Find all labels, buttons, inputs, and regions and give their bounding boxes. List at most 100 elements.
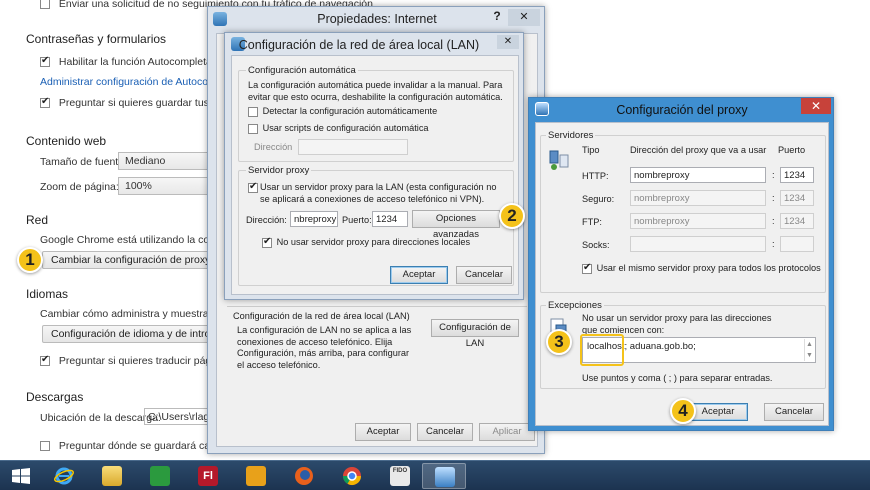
network-section-title: Red (26, 213, 49, 227)
socks-port-input[interactable] (780, 236, 814, 252)
auto-script-checkbox[interactable] (248, 123, 258, 134)
exceptions-hint: Use puntos y coma ( ; ) para separar ent… (582, 373, 773, 383)
control-panel-icon (435, 467, 455, 487)
internet-cancel-button[interactable]: Cancelar (417, 423, 473, 441)
secure-type-label: Seguro: (582, 194, 615, 204)
internet-explorer-icon (54, 467, 74, 485)
proxy-server-group-label: Servidor proxy (246, 165, 312, 176)
exceptions-highlight-box (580, 334, 624, 366)
save-passwords-checkbox[interactable] (40, 96, 50, 109)
proxy-close-button[interactable]: ✕ (801, 98, 831, 114)
http-port-input[interactable]: 1234 (780, 167, 814, 183)
lan-section-divider (227, 306, 527, 307)
lan-accept-button[interactable]: Aceptar (390, 266, 448, 284)
control-panel-button[interactable] (422, 463, 466, 489)
autofill-checkbox[interactable] (40, 55, 50, 68)
proxy-dialog-title: Configuración del proxy (616, 103, 748, 117)
store-icon (150, 466, 170, 486)
download-location-field[interactable]: C:\Users\rlagur (144, 408, 214, 425)
proxy-address-input[interactable]: nbreproxy (290, 211, 338, 227)
font-size-label: Tamaño de fuente: (40, 156, 127, 168)
no-local-proxy-option[interactable]: No usar servidor proxy para direcciones … (262, 236, 470, 249)
fido-button[interactable]: FIDO (378, 463, 422, 489)
same-server-checkbox[interactable] (582, 262, 592, 274)
proxy-address-label: Dirección: (246, 215, 287, 225)
lan-cancel-button[interactable]: Cancelar (456, 266, 512, 284)
http-type-label: HTTP: (582, 171, 609, 181)
start-icon (12, 468, 30, 484)
lan-section-title: Configuración de la red de área local (L… (233, 311, 410, 321)
chrome-button[interactable] (330, 463, 374, 489)
type-column-header: Tipo (582, 145, 600, 155)
translate-checkbox[interactable] (40, 354, 50, 367)
ask-where-checkbox[interactable] (40, 441, 50, 452)
change-proxy-settings-button[interactable]: Cambiar la configuración de proxy... (42, 251, 228, 269)
secure-port-input[interactable]: 1234 (780, 190, 814, 206)
socks-type-label: Socks: (582, 240, 610, 250)
exceptions-value: aduana.gob.bo; (629, 341, 696, 352)
secure-address-input[interactable]: nombreproxy (630, 190, 766, 206)
detect-auto-option[interactable]: Detectar la configuración automáticament… (248, 106, 437, 118)
http-address-input[interactable]: nombreproxy (630, 167, 766, 183)
start-button[interactable] (4, 463, 38, 489)
exceptions-group-label: Excepciones (546, 300, 604, 311)
network-servers-icon (548, 149, 570, 171)
socks-colon: : (772, 239, 775, 249)
outlook-icon (246, 466, 266, 486)
language-settings-button[interactable]: Configuración de idioma y de introduc (42, 325, 210, 343)
servers-group-label: Servidores (546, 130, 596, 141)
lan-dialog-title: Configuración de la red de área local (L… (238, 38, 480, 52)
advanced-options-button[interactable]: Opciones avanzadas (412, 210, 500, 240)
port-column-header: Puerto (778, 145, 806, 155)
internet-accept-button[interactable]: Aceptar (355, 423, 411, 441)
exceptions-scrollbar[interactable]: ▲ ▼ (804, 339, 814, 361)
file-explorer-icon (102, 466, 122, 486)
ftp-address-input[interactable]: nombreproxy (630, 213, 766, 229)
proxy-dialog-body: Servidores Tipo Dirección del proxy que … (535, 122, 829, 426)
http-colon: : (772, 170, 775, 180)
internet-explorer-button[interactable] (42, 463, 86, 489)
close-button[interactable]: ✕ (508, 9, 540, 26)
auto-config-description: La configuración automática puede invali… (248, 80, 503, 102)
step-3-marker: 3 (546, 329, 572, 355)
ftp-port-input[interactable]: 1234 (780, 213, 814, 229)
flash-button[interactable]: Fl (186, 463, 230, 489)
script-address-input[interactable] (298, 139, 408, 155)
outlook-button[interactable] (234, 463, 278, 489)
store-button[interactable] (138, 463, 182, 489)
downloads-section-title: Descargas (26, 390, 84, 404)
use-proxy-checkbox[interactable] (248, 181, 258, 193)
use-proxy-option[interactable]: Usar un servidor proxy para la LAN (esta… (248, 181, 508, 205)
do-not-track-checkbox[interactable] (40, 0, 50, 10)
help-button[interactable]: ? (490, 9, 504, 23)
web-content-section-title: Contenido web (26, 134, 107, 148)
step-2-marker: 2 (499, 203, 525, 229)
ftp-colon: : (772, 216, 775, 226)
lan-settings-button[interactable]: Configuración de LAN (431, 319, 519, 349)
proxy-port-input[interactable]: 1234 (372, 211, 408, 227)
auto-script-option[interactable]: Usar scripts de configuración automática (248, 123, 429, 135)
secure-colon: : (772, 193, 775, 203)
auto-config-group-label: Configuración automática (246, 65, 358, 76)
socks-address-input[interactable] (630, 236, 766, 252)
taskbar: Fl FIDO (0, 460, 870, 490)
script-address-label: Dirección (254, 142, 293, 152)
proxy-accept-button[interactable]: Aceptar (688, 403, 748, 421)
file-explorer-button[interactable] (90, 463, 134, 489)
same-server-option[interactable]: Usar el mismo servidor proxy para todos … (582, 262, 821, 275)
lan-close-button[interactable]: ✕ (497, 35, 519, 49)
detect-auto-checkbox[interactable] (248, 106, 258, 117)
proxy-cancel-button[interactable]: Cancelar (764, 403, 824, 421)
flash-icon: Fl (198, 466, 218, 486)
zoom-select[interactable]: 100% (118, 177, 218, 195)
internet-apply-button[interactable]: Aplicar (479, 423, 535, 441)
lan-settings-window: Configuración de la red de área local (L… (224, 32, 524, 300)
proxy-settings-window: Configuración del proxy ✕ Servidores Tip… (528, 97, 834, 431)
step-1-marker: 1 (17, 247, 43, 273)
firefox-button[interactable] (282, 463, 326, 489)
address-column-header: Dirección del proxy que va a usar (630, 145, 767, 155)
font-size-select[interactable]: Mediano (118, 152, 218, 170)
passwords-section-title: Contraseñas y formularios (26, 32, 167, 46)
no-local-proxy-checkbox[interactable] (262, 236, 272, 248)
proxy-port-label: Puerto: (342, 215, 372, 225)
